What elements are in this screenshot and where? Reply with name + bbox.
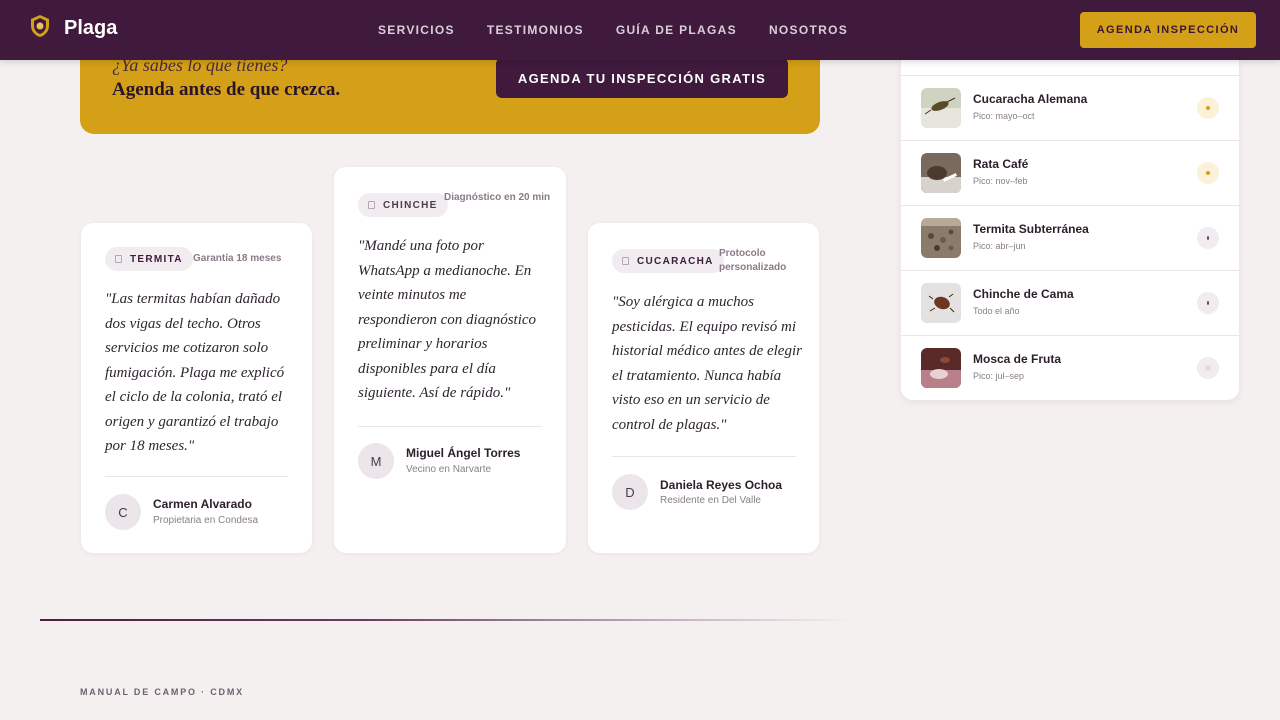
section-eyebrow: MANUAL DE CAMPO · CDMX bbox=[80, 687, 244, 697]
pest-peak: Pico: nov–feb bbox=[973, 176, 1028, 186]
author-name: Daniela Reyes Ochoa bbox=[660, 478, 783, 492]
risk-level-indicator bbox=[1197, 292, 1219, 314]
fruit-fly-thumbnail bbox=[921, 348, 961, 388]
nav-link-nosotros[interactable]: NOSOTROS bbox=[769, 23, 848, 37]
pest-name: Cucaracha Alemana bbox=[973, 92, 1088, 106]
testimonial-quote: "Soy alérgica a muchos pesticidas. El eq… bbox=[612, 294, 802, 433]
schedule-inspection-button[interactable]: AGENDA INSPECCIÓN bbox=[1080, 12, 1256, 48]
nav-link-servicios[interactable]: SERVICIOS bbox=[378, 23, 455, 37]
tag-icon bbox=[622, 257, 629, 265]
pest-tag: CHINCHE bbox=[358, 193, 448, 217]
divider bbox=[612, 456, 796, 457]
author-role: Residente en Del Valle bbox=[660, 495, 761, 506]
author-role: Vecino en Narvarte bbox=[406, 464, 492, 475]
panel-header bbox=[901, 60, 1239, 76]
divider bbox=[358, 426, 542, 427]
risk-level-indicator bbox=[1197, 227, 1219, 249]
tag-label: CUCARACHA bbox=[637, 255, 714, 267]
tag-detail: Protocolo personalizado bbox=[719, 248, 787, 273]
author-name: Miguel Ángel Torres bbox=[406, 446, 521, 460]
termite-thumbnail bbox=[921, 218, 961, 258]
nav-link-guia-de-plagas[interactable]: GUÍA DE PLAGAS bbox=[616, 23, 737, 37]
tag-label: TERMITA bbox=[130, 253, 183, 265]
rat-thumbnail bbox=[921, 153, 961, 193]
pest-peak: Todo el año bbox=[973, 306, 1020, 316]
brand-name[interactable]: Plaga bbox=[64, 17, 117, 40]
pest-season-panel: Cucaracha Alemana Pico: mayo–oct Rata Ca… bbox=[901, 60, 1239, 400]
pest-name: Rata Café bbox=[973, 157, 1029, 171]
testimonial-card: TERMITA Garantía 18 meses "Las termitas … bbox=[81, 223, 312, 553]
tag-icon bbox=[115, 255, 122, 263]
shield-logo-icon[interactable] bbox=[29, 14, 51, 38]
divider bbox=[105, 476, 288, 477]
pest-peak: Pico: mayo–oct bbox=[973, 111, 1035, 121]
pest-peak: Pico: jul–sep bbox=[973, 371, 1025, 381]
bedbug-thumbnail bbox=[921, 283, 961, 323]
free-inspection-button[interactable]: AGENDA TU INSPECCIÓN GRATIS bbox=[496, 58, 788, 98]
pest-row-cucaracha-alemana[interactable]: Cucaracha Alemana Pico: mayo–oct bbox=[901, 76, 1239, 141]
tag-icon bbox=[368, 201, 375, 209]
section-divider bbox=[40, 619, 850, 621]
risk-level-indicator bbox=[1197, 357, 1219, 379]
risk-level-indicator bbox=[1197, 162, 1219, 184]
testimonial-card: CUCARACHA Protocolo personalizado "Soy a… bbox=[588, 223, 819, 553]
pest-row-termita-subterranea[interactable]: Termita Subterránea Pico: abr–jun bbox=[901, 206, 1239, 271]
author-role: Propietaria en Condesa bbox=[153, 515, 259, 526]
author-name: Carmen Alvarado bbox=[153, 497, 252, 511]
pest-tag: CUCARACHA bbox=[612, 249, 724, 273]
pest-name: Termita Subterránea bbox=[973, 222, 1089, 236]
tag-label: CHINCHE bbox=[383, 199, 438, 211]
testimonial-quote: "Mandé una foto por WhatsApp a medianoch… bbox=[358, 238, 537, 401]
avatar: D bbox=[612, 474, 648, 510]
pest-peak: Pico: abr–jun bbox=[973, 241, 1026, 251]
pest-name: Chinche de Cama bbox=[973, 287, 1074, 301]
pest-name: Mosca de Fruta bbox=[973, 352, 1062, 366]
avatar: M bbox=[358, 443, 394, 479]
pest-row-mosca-de-fruta[interactable]: Mosca de Fruta Pico: jul–sep bbox=[901, 336, 1239, 400]
risk-level-indicator bbox=[1197, 97, 1219, 119]
tag-detail: Diagnóstico en 20 min bbox=[444, 192, 551, 203]
pest-row-rata-cafe[interactable]: Rata Café Pico: nov–feb bbox=[901, 141, 1239, 206]
top-navbar: Plaga SERVICIOS TESTIMONIOS GUÍA DE PLAG… bbox=[0, 0, 1280, 60]
testimonial-quote: "Las termitas habían dañado dos vigas de… bbox=[105, 291, 285, 454]
pest-row-chinche-de-cama[interactable]: Chinche de Cama Todo el año bbox=[901, 271, 1239, 336]
pest-tag: TERMITA bbox=[105, 247, 193, 271]
avatar: C bbox=[105, 494, 141, 530]
cockroach-thumbnail bbox=[921, 88, 961, 128]
tag-detail: Garantía 18 meses bbox=[193, 253, 282, 264]
nav-link-testimonios[interactable]: TESTIMONIOS bbox=[487, 23, 584, 37]
testimonial-card: CHINCHE Diagnóstico en 20 min "Mandé una… bbox=[334, 167, 566, 553]
banner-headline: Agenda antes de que crezca. bbox=[112, 79, 341, 100]
nav-links: SERVICIOS TESTIMONIOS GUÍA DE PLAGAS NOS… bbox=[378, 23, 848, 37]
